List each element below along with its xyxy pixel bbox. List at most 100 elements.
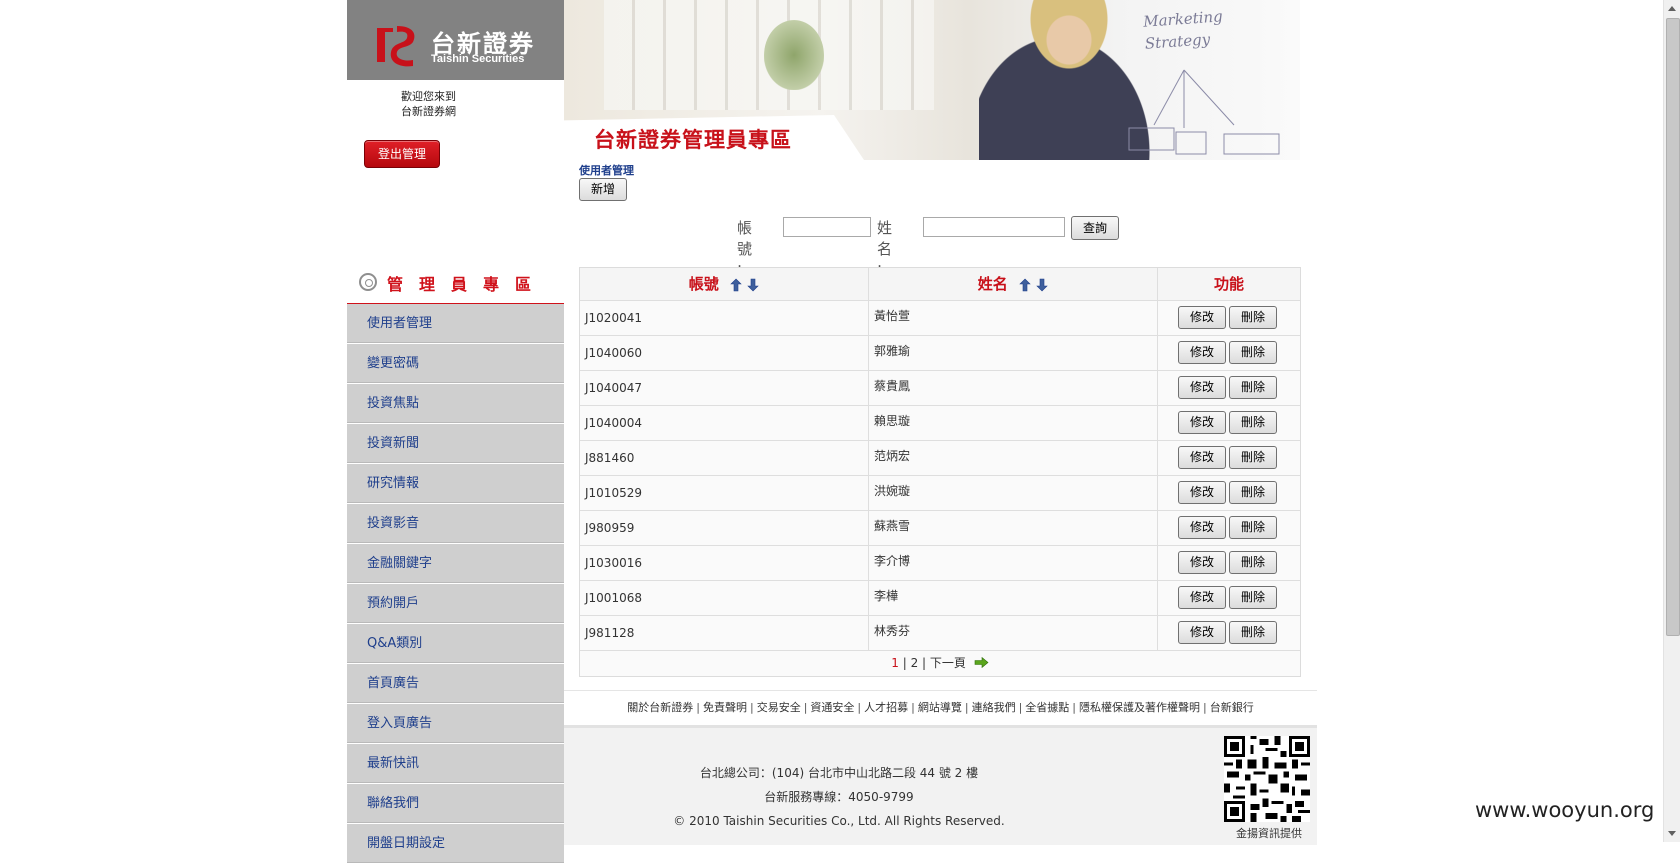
page-2-link[interactable]: 2: [911, 656, 919, 670]
next-page-link[interactable]: 下一頁: [930, 656, 966, 670]
logo[interactable]: 台新證券 Taishin Securities: [347, 0, 564, 80]
footer-divider: [564, 690, 1317, 691]
delete-button[interactable]: 刪除: [1229, 586, 1277, 609]
action-cell: 修改 刪除: [1158, 616, 1300, 650]
scroll-up-arrow-icon[interactable]: [1664, 0, 1680, 17]
account-cell: J1010529: [580, 476, 869, 510]
sidebar-item-investment-news[interactable]: 投資新聞: [347, 424, 564, 464]
edit-button[interactable]: 修改: [1178, 516, 1226, 539]
header-banner: Marketing Strategy 台新證券管理員專區: [564, 0, 1300, 160]
sidebar-item-investment-focus[interactable]: 投資焦點: [347, 384, 564, 424]
footer-links: 關於台新證券 | 免責聲明 | 交易安全 | 資通安全 | 人才招募 | 網站導覽 | 連絡我們 | 全省據…: [627, 701, 1254, 714]
footer-link-disclaimer[interactable]: 免責聲明: [703, 701, 747, 714]
logout-button[interactable]: 登出管理: [364, 140, 440, 168]
admin-section-header: 管理員專區: [347, 265, 564, 307]
table-row: J980959 蘇燕雪 修改 刪除: [580, 511, 1300, 546]
table-row: J1001068 李樺 修改 刪除: [580, 581, 1300, 616]
brand-name-en: Taishin Securities: [431, 53, 525, 65]
table-row: J1010529 洪婉璇 修改 刪除: [580, 476, 1300, 511]
name-sort-controls: [1019, 269, 1048, 301]
sidebar-item-change-password[interactable]: 變更密碼: [347, 344, 564, 384]
footer-link-branches[interactable]: 全省據點: [1025, 701, 1069, 714]
scroll-thumb[interactable]: [1666, 18, 1680, 636]
edit-button[interactable]: 修改: [1178, 481, 1226, 504]
edit-button[interactable]: 修改: [1178, 376, 1226, 399]
name-cell: 黃怡萱: [869, 301, 1158, 335]
footer-link-taishin-bank[interactable]: 台新銀行: [1210, 701, 1254, 714]
welcome-text: 歡迎您來到 台新證券網: [401, 89, 456, 119]
pagination: 1 | 2 | 下一頁: [580, 651, 1300, 676]
name-search-input[interactable]: [923, 217, 1065, 237]
sidebar-item-market-date[interactable]: 開盤日期設定: [347, 824, 564, 864]
delete-button[interactable]: 刪除: [1229, 306, 1277, 329]
page-title: 台新證券管理員專區: [594, 128, 792, 152]
sidebar-item-qa-category[interactable]: Q&A類別: [347, 624, 564, 664]
table-row: J981128 林秀芬 修改 刪除: [580, 616, 1300, 651]
action-cell: 修改 刪除: [1158, 301, 1300, 335]
search-button[interactable]: 查詢: [1071, 216, 1119, 240]
edit-button[interactable]: 修改: [1178, 306, 1226, 329]
sidebar-item-research[interactable]: 研究情報: [347, 464, 564, 504]
sidebar-item-home-ads[interactable]: 首頁廣告: [347, 664, 564, 704]
delete-button[interactable]: 刪除: [1229, 446, 1277, 469]
sidebar-item-investment-video[interactable]: 投資影音: [347, 504, 564, 544]
account-search-input[interactable]: [783, 217, 871, 237]
action-cell: 修改 刪除: [1158, 406, 1300, 440]
action-cell: 修改 刪除: [1158, 336, 1300, 370]
sort-ascending-icon[interactable]: [730, 278, 742, 292]
edit-button[interactable]: 修改: [1178, 551, 1226, 574]
delete-button[interactable]: 刪除: [1229, 376, 1277, 399]
watermark: www.wooyun.org: [1475, 798, 1655, 822]
left-column: 台新證券 Taishin Securities 歡迎您來到 台新證券網 登出管理…: [347, 0, 564, 864]
footer-link-trading-security[interactable]: 交易安全: [757, 701, 801, 714]
name-cell: 李介博: [869, 546, 1158, 580]
banner-board-text: Marketing Strategy: [1143, 5, 1225, 54]
account-cell: J981128: [580, 616, 869, 650]
sidebar-item-login-ads[interactable]: 登入頁廣告: [347, 704, 564, 744]
banner-plant-image: [764, 20, 824, 90]
name-header-label: 姓名: [977, 275, 1008, 293]
sidebar-item-account-reservation[interactable]: 預約開戶: [347, 584, 564, 624]
delete-button[interactable]: 刪除: [1229, 481, 1277, 504]
footer-link-careers[interactable]: 人才招募: [864, 701, 908, 714]
footer-link-sitemap[interactable]: 網站導覽: [918, 701, 962, 714]
next-arrow-icon[interactable]: [974, 657, 989, 668]
edit-button[interactable]: 修改: [1178, 341, 1226, 364]
sort-descending-icon[interactable]: [1036, 278, 1048, 292]
account-cell: J1040047: [580, 371, 869, 405]
sort-ascending-icon[interactable]: [1019, 278, 1031, 292]
sort-descending-icon[interactable]: [747, 278, 759, 292]
sidebar-item-latest-news[interactable]: 最新快訊: [347, 744, 564, 784]
delete-button[interactable]: 刪除: [1229, 341, 1277, 364]
name-column-header: 姓名: [869, 268, 1158, 300]
footer-link-about[interactable]: 關於台新證券: [627, 701, 693, 714]
delete-button[interactable]: 刪除: [1229, 621, 1277, 644]
action-cell: 修改 刪除: [1158, 476, 1300, 510]
account-column-header: 帳號: [580, 268, 869, 300]
account-cell: J1040004: [580, 406, 869, 440]
delete-button[interactable]: 刪除: [1229, 551, 1277, 574]
scroll-down-arrow-icon[interactable]: [1664, 825, 1680, 842]
account-cell: J980959: [580, 511, 869, 545]
footer-link-info-security[interactable]: 資通安全: [810, 701, 854, 714]
sidebar-item-finance-keywords[interactable]: 金融關鍵字: [347, 544, 564, 584]
page-1-link[interactable]: 1: [891, 656, 899, 670]
add-button[interactable]: 新增: [579, 178, 627, 201]
edit-button[interactable]: 修改: [1178, 621, 1226, 644]
table-row: J1030016 李介博 修改 刪除: [580, 546, 1300, 581]
action-cell: 修改 刪除: [1158, 511, 1300, 545]
name-cell: 蘇燕雪: [869, 511, 1158, 545]
section-title: 使用者管理: [579, 164, 634, 177]
delete-button[interactable]: 刪除: [1229, 411, 1277, 434]
footer-link-contact[interactable]: 連絡我們: [972, 701, 1016, 714]
delete-button[interactable]: 刪除: [1229, 516, 1277, 539]
account-cell: J1040060: [580, 336, 869, 370]
vertical-scrollbar[interactable]: [1663, 0, 1680, 842]
name-cell: 范炳宏: [869, 441, 1158, 475]
sidebar-item-user-management[interactable]: 使用者管理: [347, 304, 564, 344]
footer-link-privacy[interactable]: 隱私權保護及著作權聲明: [1079, 701, 1200, 714]
edit-button[interactable]: 修改: [1178, 446, 1226, 469]
sidebar-item-contact-us[interactable]: 聯絡我們: [347, 784, 564, 824]
edit-button[interactable]: 修改: [1178, 586, 1226, 609]
edit-button[interactable]: 修改: [1178, 411, 1226, 434]
